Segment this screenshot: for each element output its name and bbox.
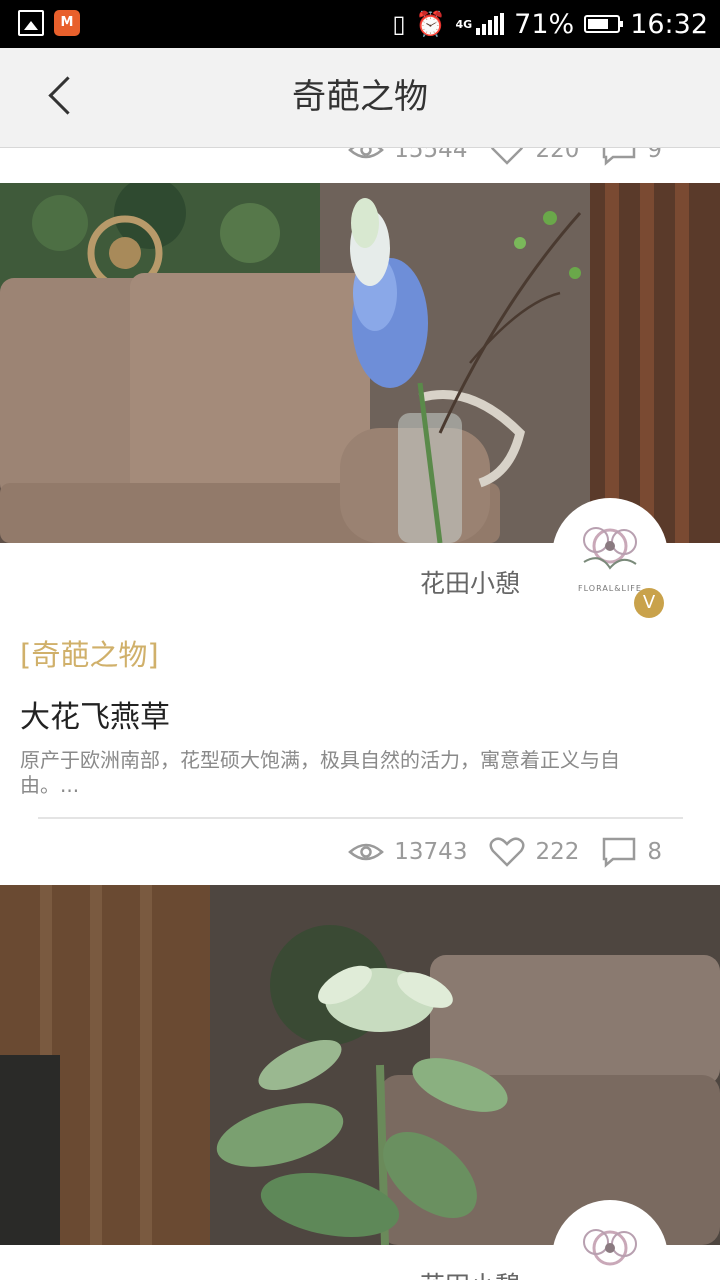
signal-icon [476, 13, 505, 35]
status-bar: M ▯ ⏰ 4G 71% 16:32 [0, 0, 720, 48]
eye-icon [348, 148, 385, 159]
author-name[interactable]: 花田小憩 [420, 564, 520, 600]
battery-percent: 71% [514, 8, 575, 40]
views-stat: 15544 [348, 148, 467, 163]
article-stats: 13743 222 8 [326, 836, 662, 868]
prev-card-stats: 15544 220 9 [326, 148, 662, 166]
avatar[interactable]: FLORAL&LIFE V [552, 498, 668, 618]
status-right: ▯ ⏰ 4G 71% 16:32 [392, 0, 708, 48]
author-name[interactable]: 花田小憩 [420, 1266, 520, 1280]
delphinium-photo [0, 183, 720, 543]
floral-logo-icon [583, 527, 637, 570]
article-image[interactable] [0, 183, 720, 543]
comment-icon[interactable] [601, 836, 637, 868]
page-title: 奇葩之物 [292, 77, 428, 117]
comments-stat[interactable]: 9 [601, 148, 662, 166]
comment-icon[interactable] [601, 148, 637, 166]
article-list[interactable]: 15544 220 9 FLORAL&LIFE V 花田小憩 [奇葩之物] 大花… [0, 148, 720, 1280]
plant-photo [0, 885, 720, 1245]
likes-stat[interactable]: 220 [489, 148, 579, 166]
article-excerpt: 原产于欧洲南部，花型硕大饱满，极具自然的活力，寓意着正义与自由。... [20, 748, 620, 797]
battery-icon [584, 15, 624, 33]
alarm-icon: ⏰ [415, 10, 446, 38]
article-title[interactable]: 大花飞燕草 [20, 692, 170, 736]
eye-icon [348, 843, 385, 861]
nav-bar: 奇葩之物 [0, 48, 720, 148]
comments-stat[interactable]: 8 [601, 836, 662, 868]
category-tag[interactable]: [奇葩之物] [20, 632, 159, 674]
likes-stat[interactable]: 222 [489, 836, 579, 868]
clock: 16:32 [630, 8, 708, 40]
heart-icon[interactable] [489, 836, 525, 868]
app-icon: M [54, 10, 80, 36]
network-type: 4G [455, 17, 473, 31]
heart-icon[interactable] [489, 148, 525, 166]
gallery-icon [18, 10, 44, 36]
views-stat: 13743 [348, 839, 467, 865]
article-image[interactable] [0, 885, 720, 1245]
verified-badge: V [634, 588, 664, 618]
floral-logo-icon [583, 1229, 637, 1266]
vibrate-icon: ▯ [392, 10, 406, 38]
divider [38, 817, 683, 819]
